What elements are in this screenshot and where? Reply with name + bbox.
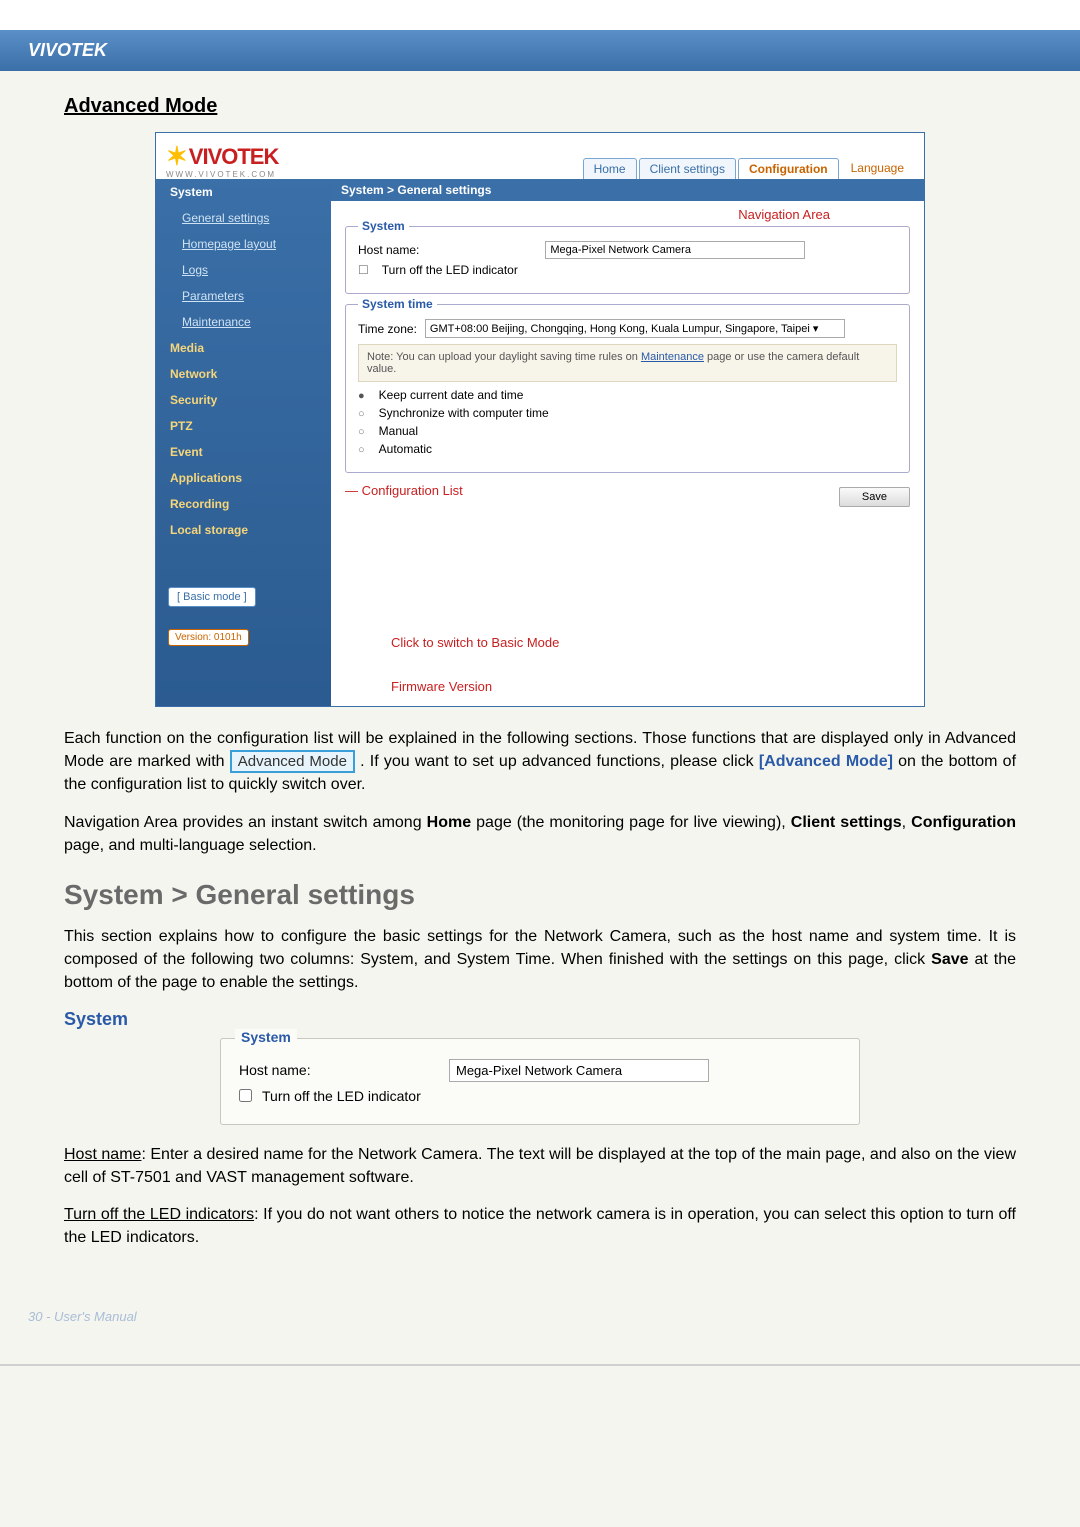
nav-configuration[interactable]: Configuration <box>738 158 839 179</box>
sidebar-item-system[interactable]: System <box>156 179 331 205</box>
paragraph-3: This section explains how to configure t… <box>64 925 1016 995</box>
sidebar-item-media[interactable]: Media <box>156 335 331 361</box>
sidebar-item-recording[interactable]: Recording <box>156 491 331 517</box>
nav-client-settings[interactable]: Client settings <box>639 158 736 179</box>
basic-mode-button[interactable]: [ Basic mode ] <box>168 587 256 607</box>
nav-home[interactable]: Home <box>583 158 637 179</box>
annotation-config-list: — Configuration List <box>345 483 910 498</box>
sidebar-item-maintenance[interactable]: Maintenance <box>156 309 331 335</box>
timezone-label: Time zone: <box>358 322 417 336</box>
system-subhead: System <box>64 1009 1016 1030</box>
radio-manual[interactable] <box>358 424 371 438</box>
led-checkbox[interactable] <box>358 263 374 277</box>
sidebar-item-homepage-layout[interactable]: Homepage layout <box>156 231 331 257</box>
paragraph-1: Each function on the configuration list … <box>64 727 1016 797</box>
advanced-mode-badge: Advanced Mode <box>230 750 355 773</box>
annotation-firmware-version: Firmware Version <box>391 679 492 694</box>
sidebar: System > General settings System General… <box>156 179 331 706</box>
host-name-input[interactable]: Mega-Pixel Network Camera <box>545 241 805 259</box>
radio-keep-current-label: Keep current date and time <box>379 388 524 402</box>
advanced-mode-link[interactable]: [Advanced Mode] <box>759 753 893 770</box>
page-footer: 30 - User's Manual <box>0 1303 1080 1364</box>
hostname-term: Host name <box>64 1146 141 1163</box>
sidebar-item-applications[interactable]: Applications <box>156 465 331 491</box>
radio-sync-computer[interactable] <box>358 406 371 420</box>
radio-manual-label: Manual <box>379 424 418 438</box>
host-name-label: Host name: <box>358 243 419 257</box>
led-off-label: Turn off the LED indicator <box>262 1088 421 1104</box>
nav-language[interactable]: Language <box>841 158 914 179</box>
brand-text: VIVOTEK <box>28 40 107 60</box>
system-fieldset: System Host name: Mega-Pixel Network Cam… <box>345 226 910 294</box>
sidebar-item-network[interactable]: Network <box>156 361 331 387</box>
paragraph-led: Turn off the LED indicators: If you do n… <box>64 1203 1016 1249</box>
radio-automatic[interactable] <box>358 442 371 456</box>
sidebar-item-event[interactable]: Event <box>156 439 331 465</box>
sidebar-item-security[interactable]: Security <box>156 387 331 413</box>
firmware-version-badge: Version: 0101h <box>168 629 249 646</box>
vivotek-logo: ✶ VIVOTEK <box>166 141 278 172</box>
annotation-basic-switch: Click to switch to Basic Mode <box>391 635 559 650</box>
paragraph-2: Navigation Area provides an instant swit… <box>64 811 1016 857</box>
page-title: System > General settings <box>64 879 1016 911</box>
maintenance-link[interactable]: Maintenance <box>641 351 704 363</box>
save-button[interactable]: Save <box>839 487 910 507</box>
section-title: Advanced Mode <box>64 95 1016 118</box>
hostname-input[interactable] <box>449 1059 709 1082</box>
system-settings-box: System Host name: Turn off the LED indic… <box>220 1038 860 1125</box>
logo-icon: ✶ <box>166 141 187 172</box>
annotation-nav-area: Navigation Area <box>345 207 830 222</box>
dst-note: Note: You can upload your daylight savin… <box>358 344 897 382</box>
led-term: Turn off the LED indicators <box>64 1206 254 1223</box>
system-legend: System <box>358 219 409 233</box>
hostname-label: Host name: <box>239 1062 439 1078</box>
radio-automatic-label: Automatic <box>379 442 432 456</box>
led-off-checkbox[interactable] <box>239 1089 252 1102</box>
radio-sync-computer-label: Synchronize with computer time <box>379 406 549 420</box>
brand-header: VIVOTEK <box>0 0 1080 71</box>
system-time-fieldset: System time Time zone: GMT+08:00 Beijing… <box>345 304 910 473</box>
timezone-select[interactable]: GMT+08:00 Beijing, Chongqing, Hong Kong,… <box>425 319 845 338</box>
breadcrumb: System > General settings <box>331 179 924 201</box>
sidebar-item-general-settings[interactable]: General settings <box>156 205 331 231</box>
sidebar-item-parameters[interactable]: Parameters <box>156 283 331 309</box>
system-box-legend: System <box>235 1029 297 1045</box>
top-navigation: Home Client settings Configuration Langu… <box>583 158 914 179</box>
config-screenshot: ✶ VIVOTEK WWW.VIVOTEK.COM Home Client se… <box>155 132 925 707</box>
sidebar-item-ptz[interactable]: PTZ <box>156 413 331 439</box>
radio-keep-current[interactable] <box>358 388 371 402</box>
paragraph-hostname: Host name: Enter a desired name for the … <box>64 1143 1016 1189</box>
sidebar-item-local-storage[interactable]: Local storage <box>156 517 331 543</box>
led-checkbox-label: Turn off the LED indicator <box>382 263 518 277</box>
sidebar-item-logs[interactable]: Logs <box>156 257 331 283</box>
logo-url: WWW.VIVOTEK.COM <box>166 170 278 179</box>
main-panel: System > General settings Navigation Are… <box>331 179 924 706</box>
system-time-legend: System time <box>358 297 437 311</box>
